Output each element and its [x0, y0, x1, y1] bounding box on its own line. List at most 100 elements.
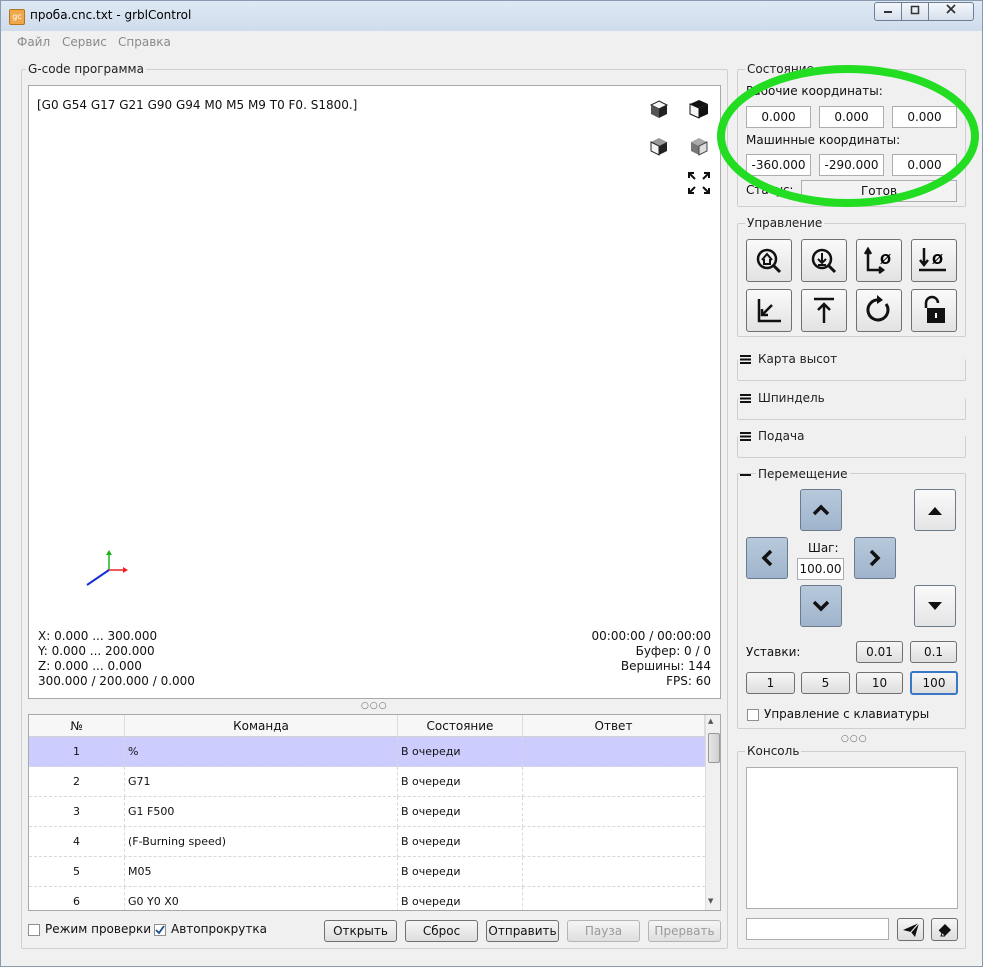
menu-file[interactable]: Файл	[17, 35, 50, 49]
preset-5-button[interactable]: 5	[801, 672, 850, 694]
step-field[interactable]: 100.00	[797, 558, 844, 580]
console-output[interactable]	[746, 767, 958, 909]
jog-y-plus-button[interactable]	[800, 489, 842, 531]
preset-10-button[interactable]: 10	[856, 672, 903, 694]
preset-1-button[interactable]: 1	[746, 672, 795, 694]
home-search-icon	[756, 248, 782, 274]
program-table[interactable]: № Команда Состояние Ответ 1 % В очереди …	[28, 714, 721, 911]
chevron-left-icon	[761, 549, 773, 567]
step-label: Шаг:	[808, 541, 839, 555]
jog-z-plus-button[interactable]	[914, 489, 956, 531]
table-row[interactable]: 2 G71 В очереди	[29, 767, 705, 797]
autoscroll-checkbox[interactable]	[154, 924, 166, 936]
view-top-icon[interactable]	[684, 94, 714, 124]
unlock-icon	[924, 295, 945, 323]
open-button[interactable]: Открыть	[324, 920, 397, 942]
chevron-up-icon	[812, 504, 830, 516]
spindle-section	[737, 398, 966, 420]
unlock-button[interactable]	[911, 289, 957, 332]
jog-x-minus-button[interactable]	[746, 537, 788, 579]
soft-reset-button[interactable]	[856, 289, 902, 332]
panel-splitter-handle[interactable]: ○○○	[841, 734, 868, 744]
fit-view-icon[interactable]	[684, 168, 714, 198]
table-row[interactable]: 1 % В очереди	[29, 737, 705, 767]
table-row[interactable]: 4 (F-Burning speed) В очереди	[29, 827, 705, 857]
pause-button[interactable]: Пауза	[567, 920, 640, 942]
view-iso-icon[interactable]	[644, 94, 674, 124]
preset-0.01-button[interactable]: 0.01	[856, 641, 903, 663]
bounds-info: X: 0.000 ... 300.000 Y: 0.000 ... 200.00…	[38, 629, 195, 688]
menu-help[interactable]: Справка	[118, 35, 171, 49]
view-left-icon[interactable]	[684, 131, 714, 161]
abort-button[interactable]: Прервать	[648, 920, 721, 942]
safe-z-button[interactable]	[801, 289, 847, 332]
presets-label: Уставки:	[746, 645, 801, 659]
col-header-command[interactable]: Команда	[125, 715, 398, 737]
col-header-response[interactable]: Ответ	[523, 715, 705, 737]
console-input[interactable]	[746, 918, 889, 940]
close-button[interactable]	[928, 2, 974, 21]
zero-z-button[interactable]: Ø	[911, 239, 957, 282]
send-icon	[902, 922, 919, 937]
gcode-3d-view[interactable]: [G0 G54 G17 G21 G90 G94 M0 M5 M9 T0 F0. …	[28, 85, 721, 699]
jog-section-title[interactable]: Перемещение	[756, 467, 850, 481]
triangle-up-icon	[928, 507, 942, 515]
reset-icon	[866, 295, 890, 322]
chevron-down-icon	[812, 600, 830, 612]
send-button[interactable]: Отправить	[486, 920, 559, 942]
gcode-group-title: G-code программа	[26, 62, 146, 76]
col-header-state[interactable]: Состояние	[398, 715, 523, 737]
check-mode-checkbox[interactable]	[28, 924, 40, 936]
reset-button[interactable]: Сброс	[405, 920, 478, 942]
return-xy-icon	[757, 299, 781, 323]
checkmark-icon	[155, 925, 165, 935]
title-bar: gc проба.cnc.txt - grblControl	[1, 1, 982, 31]
scroll-thumb[interactable]	[708, 733, 720, 763]
home-button[interactable]	[746, 239, 792, 282]
keyboard-control-label: Управление с клавиатуры	[764, 707, 930, 721]
zero-xy-button[interactable]: Ø	[856, 239, 902, 282]
axes-gizmo-icon	[86, 550, 128, 586]
jog-x-plus-button[interactable]	[854, 537, 896, 579]
minimize-icon	[884, 11, 892, 13]
app-icon: gc	[9, 9, 25, 25]
console-clear-button[interactable]	[931, 918, 958, 941]
view-front-icon[interactable]	[644, 131, 674, 161]
return-xy-button[interactable]	[746, 289, 792, 332]
svg-text:Ø: Ø	[880, 253, 891, 268]
chevron-right-icon	[869, 549, 881, 567]
z-probe-button[interactable]	[801, 239, 847, 282]
feed-section	[737, 436, 966, 458]
minimize-button[interactable]	[874, 2, 902, 21]
table-row[interactable]: 6 G0 Y0 X0 В очереди	[29, 887, 705, 910]
z-probe-icon	[811, 248, 837, 274]
scroll-up-icon[interactable]: ▲	[708, 717, 713, 725]
preset-0.1-button[interactable]: 0.1	[910, 641, 957, 663]
collapse-dash-icon	[740, 474, 751, 476]
menu-service[interactable]: Сервис	[62, 35, 107, 49]
highlight-ring	[717, 65, 979, 207]
preset-100-button[interactable]: 100	[910, 671, 958, 695]
table-scrollbar[interactable]: ▲ ▼	[705, 715, 720, 910]
view-splitter-handle[interactable]: ○○○	[361, 701, 388, 711]
svg-text:Ø: Ø	[932, 253, 943, 268]
render-info: 00:00:00 / 00:00:00 Буфер: 0 / 0 Вершины…	[591, 629, 711, 688]
safe-z-icon	[814, 297, 834, 323]
table-row[interactable]: 3 G1 F500 В очереди	[29, 797, 705, 827]
keyboard-control-checkbox[interactable]	[747, 709, 759, 721]
maximize-icon	[910, 5, 920, 15]
heightmap-section	[737, 359, 966, 381]
zero-xy-icon: Ø	[863, 246, 891, 274]
col-header-num[interactable]: №	[29, 715, 125, 737]
autoscroll-label: Автопрокрутка	[171, 922, 267, 936]
zero-z-icon: Ø	[919, 248, 946, 272]
scroll-down-icon[interactable]: ▼	[708, 897, 713, 905]
close-icon	[946, 4, 956, 14]
console-send-button[interactable]	[897, 918, 924, 941]
console-title: Консоль	[745, 744, 802, 758]
control-title: Управление	[745, 216, 825, 230]
table-row[interactable]: 5 M05 В очереди	[29, 857, 705, 887]
maximize-button[interactable]	[901, 2, 929, 21]
jog-z-minus-button[interactable]	[914, 585, 956, 627]
jog-y-minus-button[interactable]	[800, 585, 842, 627]
